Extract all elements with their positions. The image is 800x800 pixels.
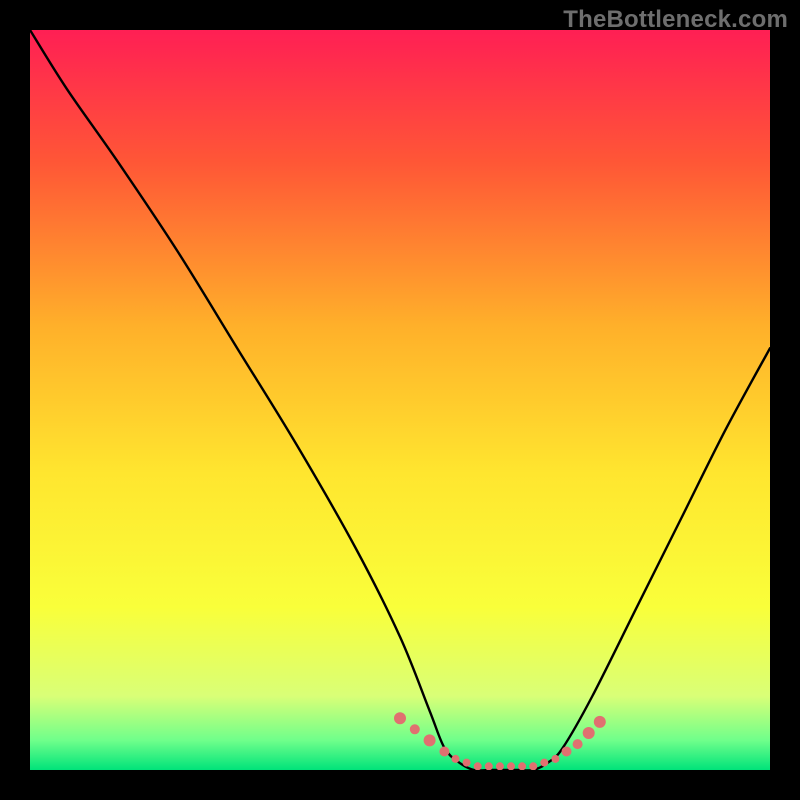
- marker-point: [452, 755, 460, 763]
- marker-point: [424, 734, 436, 746]
- marker-point: [518, 762, 526, 770]
- marker-point: [529, 762, 537, 770]
- gradient-background: [30, 30, 770, 770]
- chart-frame: [30, 30, 770, 770]
- marker-point: [562, 747, 572, 757]
- marker-point: [394, 712, 406, 724]
- marker-point: [573, 739, 583, 749]
- marker-point: [583, 727, 595, 739]
- marker-point: [496, 762, 504, 770]
- bottleneck-chart: [30, 30, 770, 770]
- marker-point: [507, 762, 515, 770]
- marker-point: [594, 716, 606, 728]
- marker-point: [485, 762, 493, 770]
- marker-point: [551, 755, 559, 763]
- watermark-text: TheBottleneck.com: [563, 6, 788, 34]
- marker-point: [474, 762, 482, 770]
- marker-point: [540, 759, 548, 767]
- marker-point: [439, 747, 449, 757]
- marker-point: [410, 724, 420, 734]
- marker-point: [463, 759, 471, 767]
